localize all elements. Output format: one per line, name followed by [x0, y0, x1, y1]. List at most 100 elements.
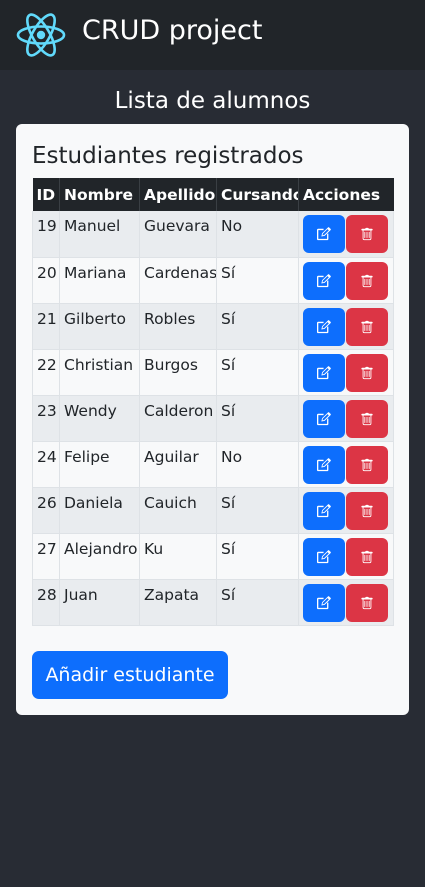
cell-actions: [298, 303, 394, 350]
edit-button[interactable]: [303, 445, 345, 484]
cell-actions: [298, 579, 394, 626]
delete-button[interactable]: [346, 537, 388, 576]
cell-nombre: Daniela: [59, 487, 140, 534]
cell-cursando: Sí: [216, 395, 299, 442]
delete-button[interactable]: [346, 491, 388, 530]
cell-apellido: Cauich: [139, 487, 217, 534]
cell-nombre: Mariana: [59, 257, 140, 304]
delete-button[interactable]: [346, 445, 388, 484]
delete-button[interactable]: [346, 215, 388, 253]
pencil-square-icon: [317, 595, 331, 609]
cell-nombre: Gilberto: [59, 303, 140, 350]
pencil-square-icon: [317, 319, 331, 333]
delete-button[interactable]: [346, 261, 388, 300]
pencil-square-icon: [317, 457, 331, 471]
trash-icon: [361, 227, 373, 241]
table-row: 21 Gilberto Robles Sí: [32, 303, 394, 350]
cell-id: 20: [32, 257, 60, 304]
cell-apellido: Robles: [139, 303, 217, 350]
table-row: 28 Juan Zapata Sí: [32, 579, 394, 626]
cell-apellido: Cardenas: [139, 257, 217, 304]
table-row: 20 Mariana Cardenas Sí: [32, 257, 394, 304]
edit-button[interactable]: [303, 215, 345, 253]
cell-apellido: Burgos: [139, 349, 217, 396]
trash-icon: [361, 274, 373, 287]
edit-button[interactable]: [303, 261, 345, 300]
cell-id: 23: [32, 395, 60, 442]
cell-actions: [298, 487, 394, 534]
brand-title[interactable]: CRUD project: [82, 12, 262, 50]
cell-cursando: Sí: [216, 579, 299, 626]
pencil-square-icon: [317, 549, 331, 563]
table-row: 26 Daniela Cauich Sí: [32, 487, 394, 534]
delete-button[interactable]: [346, 399, 388, 438]
cell-cursando: No: [216, 211, 299, 258]
trash-icon: [361, 458, 373, 471]
cell-cursando: Sí: [216, 303, 299, 350]
cell-nombre: Christian: [59, 349, 140, 396]
header-cursando: Cursando: [216, 178, 299, 211]
edit-button[interactable]: [303, 583, 345, 622]
trash-icon: [361, 596, 373, 609]
cell-id: 27: [32, 533, 60, 580]
cell-id: 22: [32, 349, 60, 396]
react-logo-icon[interactable]: [16, 11, 66, 59]
trash-icon: [361, 550, 373, 563]
table-row: 19 Manuel Guevara No: [32, 211, 394, 258]
cell-nombre: Alejandro: [59, 533, 140, 580]
delete-button[interactable]: [346, 583, 388, 622]
pencil-square-icon: [317, 365, 331, 379]
cell-actions: [298, 349, 394, 396]
cell-actions: [298, 441, 394, 488]
edit-button[interactable]: [303, 537, 345, 576]
table-row: 23 Wendy Calderon Sí: [32, 395, 394, 442]
cell-apellido: Guevara: [139, 211, 217, 258]
header-apellido: Apellido: [139, 178, 217, 211]
cell-cursando: Sí: [216, 349, 299, 396]
trash-icon: [361, 412, 373, 425]
cell-actions: [298, 211, 394, 258]
edit-button[interactable]: [303, 491, 345, 530]
cell-id: 26: [32, 487, 60, 534]
students-table: ID Nombre Apellido Cursando Acciones 19 M…: [32, 178, 394, 626]
header-id: ID: [32, 178, 60, 211]
cell-cursando: Sí: [216, 487, 299, 534]
table-row: 27 Alejandro Ku Sí: [32, 533, 394, 580]
cell-actions: [298, 257, 394, 304]
cell-id: 24: [32, 441, 60, 488]
cell-cursando: Sí: [216, 257, 299, 304]
pencil-square-icon: [317, 273, 331, 287]
pencil-square-icon: [317, 503, 331, 517]
cell-apellido: Aguilar: [139, 441, 217, 488]
table-row: 24 Felipe Aguilar No: [32, 441, 394, 488]
cell-nombre: Felipe: [59, 441, 140, 488]
cell-actions: [298, 533, 394, 580]
trash-icon: [361, 366, 373, 379]
header-acciones: Acciones: [298, 178, 394, 211]
pencil-square-icon: [317, 227, 331, 241]
page-title: Lista de alumnos: [114, 88, 311, 114]
cell-nombre: Wendy: [59, 395, 140, 442]
trash-icon: [361, 504, 373, 517]
cell-id: 19: [32, 211, 60, 258]
cell-nombre: Manuel: [59, 211, 140, 258]
delete-button[interactable]: [346, 353, 388, 392]
cell-nombre: Juan: [59, 579, 140, 626]
header-nombre: Nombre: [59, 178, 140, 211]
add-student-button[interactable]: Añadir estudiante: [32, 651, 228, 699]
cell-id: 28: [32, 579, 60, 626]
cell-cursando: Sí: [216, 533, 299, 580]
cell-apellido: Calderon: [139, 395, 217, 442]
cell-apellido: Zapata: [139, 579, 217, 626]
edit-button[interactable]: [303, 399, 345, 438]
pencil-square-icon: [317, 411, 331, 425]
students-card: Estudiantes registrados ID Nombre Apelli…: [16, 124, 409, 715]
trash-icon: [361, 320, 373, 333]
edit-button[interactable]: [303, 353, 345, 392]
cell-actions: [298, 395, 394, 442]
cell-id: 21: [32, 303, 60, 350]
delete-button[interactable]: [346, 307, 388, 346]
cell-cursando: No: [216, 441, 299, 488]
edit-button[interactable]: [303, 307, 345, 346]
table-header-row: ID Nombre Apellido Cursando Acciones: [32, 178, 394, 211]
